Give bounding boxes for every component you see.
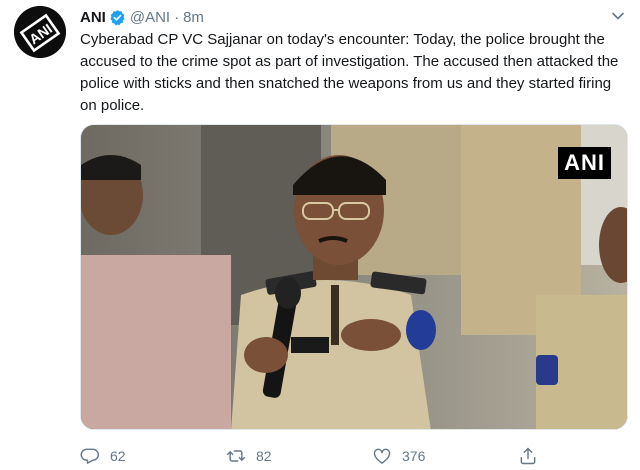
reply-count: 62 bbox=[110, 448, 126, 464]
retweet-button[interactable]: 82 bbox=[226, 446, 272, 466]
heart-icon bbox=[373, 448, 391, 464]
press-conference-photo bbox=[81, 125, 627, 429]
verified-badge-icon bbox=[110, 9, 125, 25]
tweet-header: ANI @ANI · 8m bbox=[80, 7, 204, 27]
reply-button[interactable]: 62 bbox=[80, 446, 126, 466]
reply-icon bbox=[80, 448, 100, 464]
share-button[interactable] bbox=[518, 446, 548, 466]
tweet-card[interactable]: ANI ANI @ANI · 8m Cyberabad CP VC Sajjan… bbox=[0, 0, 640, 470]
retweet-count: 82 bbox=[256, 448, 272, 464]
ani-logo-icon: ANI bbox=[14, 6, 66, 58]
like-button[interactable]: 376 bbox=[372, 446, 425, 466]
chevron-down-icon[interactable] bbox=[610, 8, 626, 24]
tweet-actions: 62 82 376 bbox=[80, 446, 628, 468]
like-count: 376 bbox=[402, 448, 426, 464]
account-handle[interactable]: @ANI bbox=[130, 9, 170, 26]
tweet-text: Cyberabad CP VC Sajjanar on today's enco… bbox=[80, 31, 619, 114]
avatar[interactable]: ANI bbox=[14, 6, 66, 58]
tweet-media-image[interactable]: ANI bbox=[80, 124, 628, 430]
retweet-icon bbox=[226, 450, 246, 462]
ani-watermark: ANI bbox=[558, 147, 611, 179]
account-name[interactable]: ANI bbox=[80, 9, 106, 26]
header-separator: · bbox=[174, 8, 180, 26]
share-icon bbox=[520, 447, 536, 465]
tweet-timestamp[interactable]: 8m bbox=[183, 9, 204, 26]
